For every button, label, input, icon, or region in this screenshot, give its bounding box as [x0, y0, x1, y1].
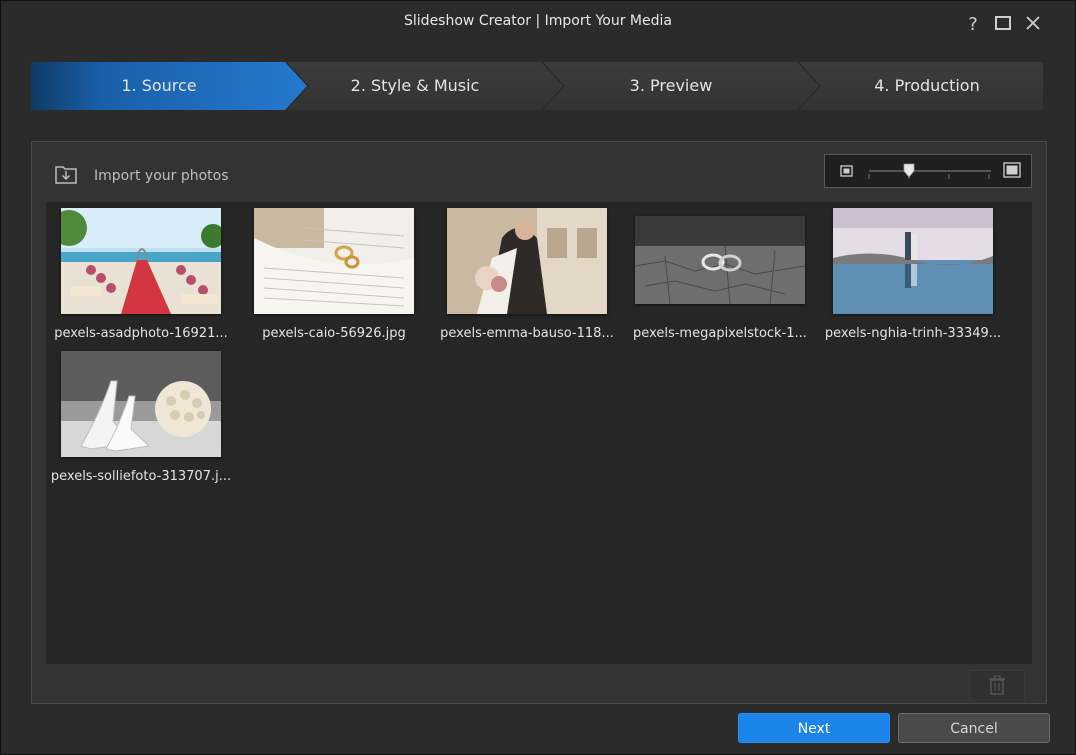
step-style-music[interactable]: 2. Style & Music: [287, 62, 543, 110]
media-item-name: pexels-megapixelstock-1...: [633, 326, 807, 341]
media-item-name: pexels-emma-bauso-118...: [440, 326, 614, 341]
thumbnail-image: [254, 208, 414, 314]
title-bar: Slideshow Creator | Import Your Media ?: [1, 1, 1075, 45]
next-button[interactable]: Next: [738, 713, 890, 743]
import-photos-button[interactable]: Import your photos: [54, 164, 229, 188]
media-item-name: pexels-nghia-trinh-33349...: [824, 326, 1002, 341]
thumbnail-size-control: [824, 154, 1032, 188]
media-item[interactable]: pexels-nghia-trinh-33349...: [818, 208, 1008, 348]
delete-button[interactable]: [969, 670, 1025, 700]
step-preview[interactable]: 3. Preview: [543, 62, 799, 110]
media-panel: Import your photos pexels-asadphoto-1692…: [31, 141, 1047, 704]
thumbnail-size-slider: [868, 163, 991, 179]
media-item[interactable]: pexels-megapixelstock-1...: [625, 208, 815, 348]
large-thumbnail-icon: [1003, 162, 1021, 178]
wizard-steps: 1. Source 2. Style & Music 3. Preview 4.…: [31, 62, 1043, 110]
media-grid: pexels-asadphoto-16921... pexels-caio-56…: [46, 202, 1032, 664]
app-window: Slideshow Creator | Import Your Media ?: [0, 0, 1076, 755]
media-item-name: pexels-caio-56926.jpg: [262, 326, 406, 341]
cancel-button[interactable]: Cancel: [898, 713, 1050, 743]
step-source[interactable]: 1. Source: [31, 62, 287, 110]
trash-icon: [989, 675, 1005, 695]
small-thumbnail-icon: [840, 165, 853, 177]
import-folder-icon: [54, 163, 80, 189]
media-item[interactable]: pexels-solliefoto-313707.j...: [46, 351, 236, 491]
thumbnail-image: [61, 351, 221, 457]
media-item[interactable]: pexels-caio-56926.jpg: [239, 208, 429, 348]
thumbnail-image: [447, 208, 607, 314]
window-title: Slideshow Creator | Import Your Media: [404, 13, 672, 29]
media-item[interactable]: pexels-asadphoto-16921...: [46, 208, 236, 348]
svg-text:?: ?: [968, 14, 978, 35]
thumbnail-image: [635, 216, 805, 304]
maximize-icon[interactable]: [991, 11, 1015, 35]
media-item-name: pexels-asadphoto-16921...: [54, 326, 228, 341]
media-item[interactable]: pexels-emma-bauso-118...: [432, 208, 622, 348]
step-production[interactable]: 4. Production: [799, 62, 1055, 110]
help-icon[interactable]: ?: [961, 11, 985, 35]
thumbnail-image: [61, 208, 221, 314]
slider-thumb: [903, 163, 915, 178]
media-item-name: pexels-solliefoto-313707.j...: [50, 469, 232, 484]
import-photos-label: Import your photos: [94, 168, 229, 184]
close-icon[interactable]: [1021, 11, 1045, 35]
thumbnail-image: [833, 208, 993, 314]
